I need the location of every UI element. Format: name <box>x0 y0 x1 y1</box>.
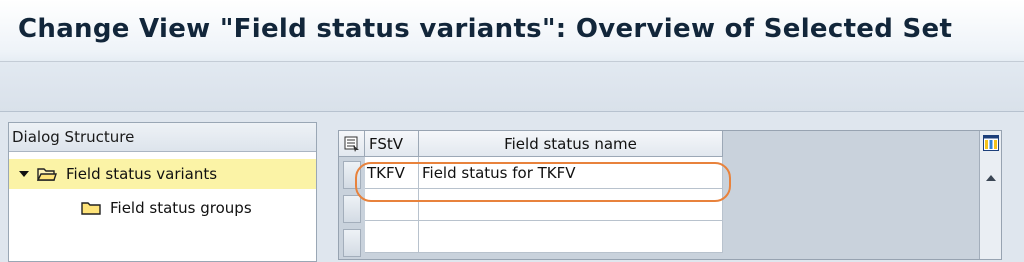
dialog-structure-header: Dialog Structure <box>9 123 316 152</box>
tree-node-field-status-variants[interactable]: Field status variants <box>9 159 316 189</box>
row-selector[interactable] <box>343 161 361 189</box>
application-toolbar <box>0 62 1024 112</box>
tree-node-label: Field status groups <box>110 199 252 217</box>
folder-open-icon <box>37 168 57 181</box>
page-title: Change View "Field status variants": Ove… <box>18 14 953 44</box>
column-configuration-icon[interactable] <box>983 135 999 151</box>
table-cell-fstv[interactable] <box>365 189 419 221</box>
scroll-up-icon[interactable] <box>986 175 996 181</box>
tree-node-field-status-groups[interactable]: Field status groups <box>9 193 316 223</box>
select-all-icon[interactable] <box>344 136 360 152</box>
select-all-column-header[interactable] <box>339 131 365 157</box>
row-selector[interactable] <box>343 229 361 257</box>
dialog-structure-panel: Dialog Structure Field status variants F… <box>8 122 317 262</box>
column-header-fstv[interactable]: FStV <box>365 131 419 157</box>
table-cell-field-status-name[interactable] <box>419 221 723 253</box>
tree-node-label: Field status variants <box>66 165 218 183</box>
table-cell-field-status-name[interactable]: Field status for TKFV <box>419 157 723 189</box>
table-cell-field-status-name[interactable] <box>419 189 723 221</box>
table-cell-fstv[interactable]: TKFV <box>365 157 419 189</box>
title-bar: Change View "Field status variants": Ove… <box>0 0 1024 62</box>
column-header-field-status-name[interactable]: Field status name <box>419 131 723 157</box>
field-status-table: FStV Field status name TKFV Field status… <box>338 130 1002 260</box>
main-content: Dialog Structure Field status variants F… <box>0 112 1024 262</box>
row-selector[interactable] <box>343 195 361 223</box>
vertical-scrollbar[interactable] <box>979 131 1001 259</box>
folder-icon <box>81 202 101 215</box>
table-cell-fstv[interactable] <box>365 221 419 253</box>
